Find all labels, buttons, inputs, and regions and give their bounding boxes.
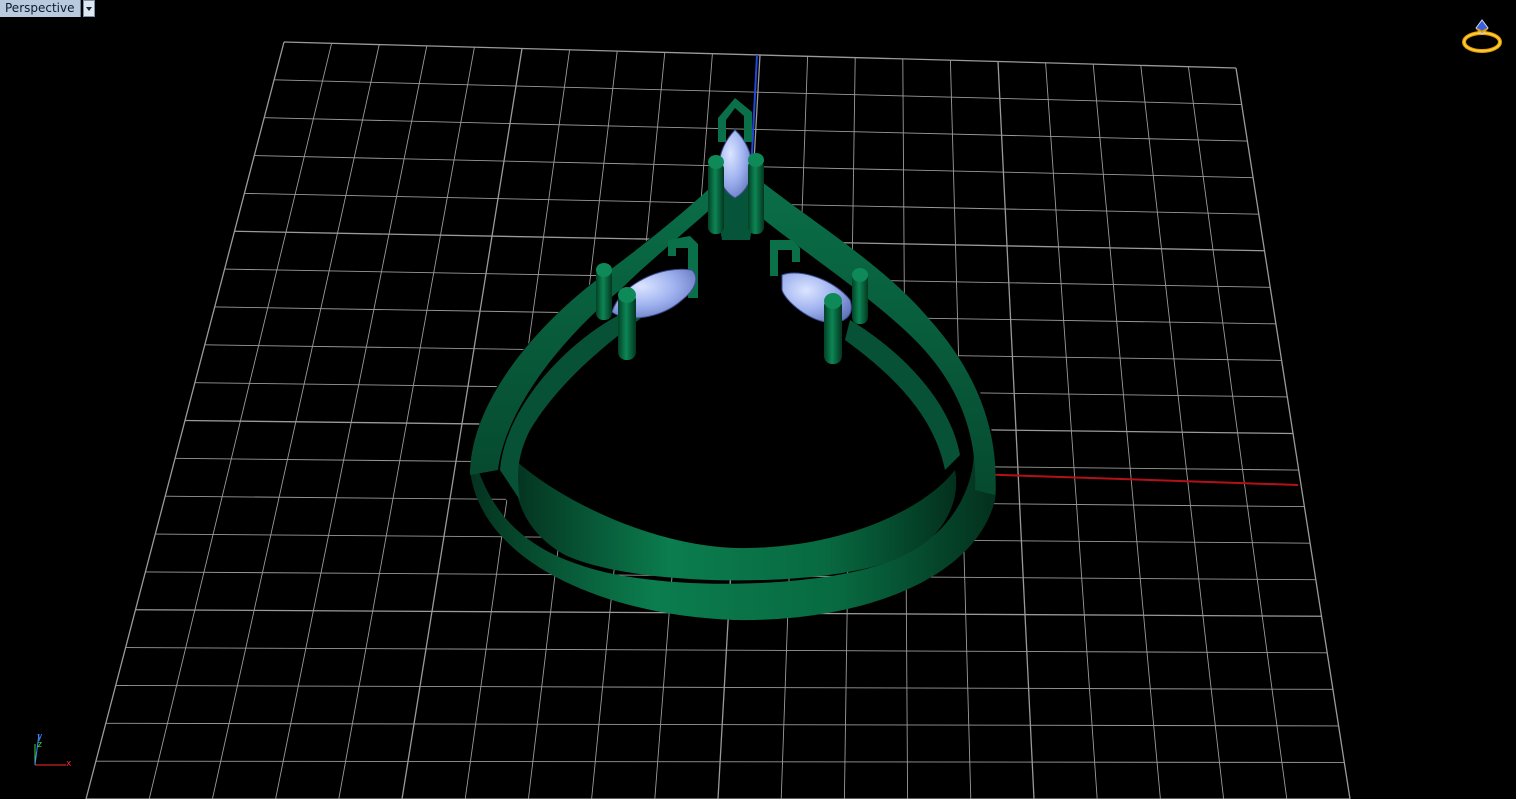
viewport-scene[interactable] [0, 0, 1516, 799]
ring-render-icon[interactable] [1460, 16, 1504, 56]
axis-x-label: x [66, 759, 72, 769]
axis-z-label: z [37, 740, 43, 750]
perspective-viewport[interactable]: Perspective y z x [0, 0, 1516, 799]
axis-orientation-widget: y z x [30, 732, 78, 772]
ring-model [470, 98, 996, 621]
dropdown-arrow-icon[interactable] [82, 0, 95, 17]
viewport-title[interactable]: Perspective [0, 0, 81, 17]
viewport-title-tab[interactable]: Perspective [0, 0, 95, 17]
